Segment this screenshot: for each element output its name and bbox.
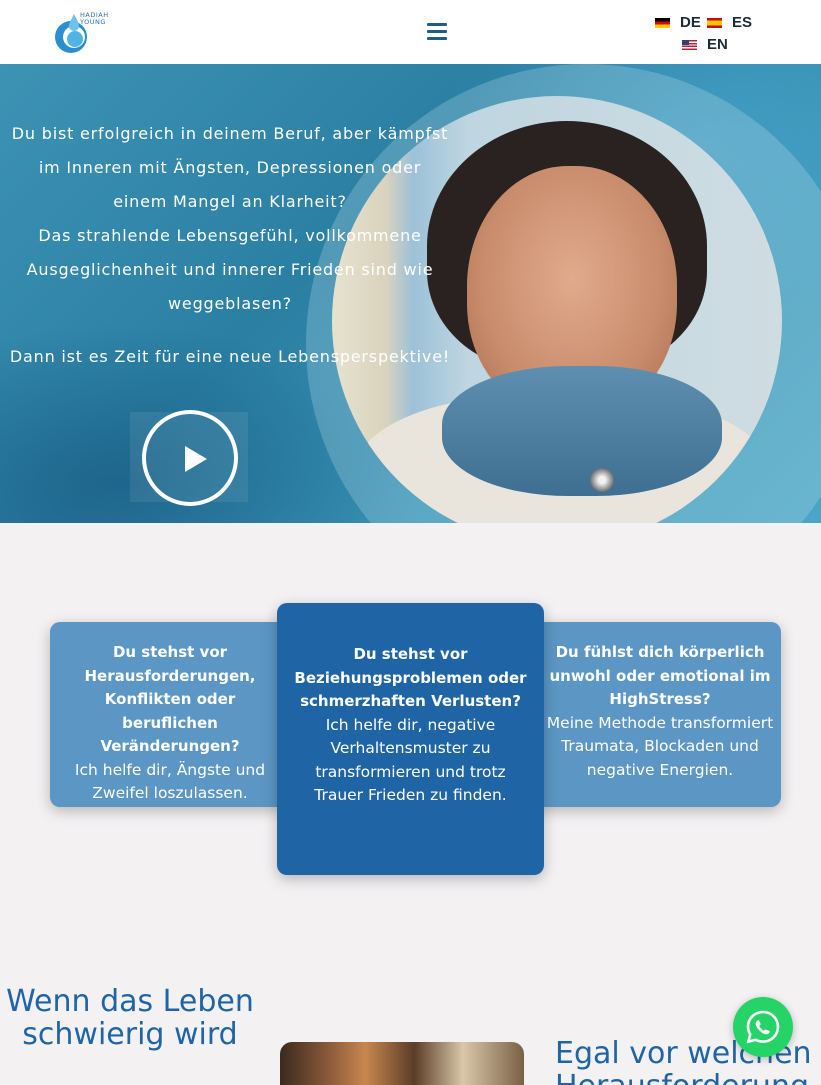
section-image	[280, 1042, 524, 1085]
hero-line: im Inneren mit Ängsten, Depressionen ode…	[38, 158, 422, 177]
play-icon	[142, 410, 238, 506]
lang-label-de: DE	[680, 14, 701, 31]
problem-card-stress: Du fühlst dich körperlich unwohl oder em…	[533, 622, 781, 807]
hero-line: Ausgeglichenheit und innerer Frieden sin…	[26, 260, 434, 279]
whatsapp-icon	[746, 1010, 780, 1044]
card-question: Du stehst vor Herausforderungen, Konflik…	[84, 643, 256, 755]
lang-switch-de[interactable]: DE	[655, 14, 701, 31]
logo-wordmark: HADIAH YOUNG	[80, 11, 109, 26]
lang-switch-en[interactable]: EN	[682, 36, 728, 53]
hero-line: einem Mangel an Klarheit?	[113, 192, 347, 211]
card-question: Du stehst vor Beziehungsproblemen oder s…	[294, 645, 527, 710]
card-question: Du fühlst dich körperlich unwohl oder em…	[549, 643, 771, 708]
hero-cta-text: Dann ist es Zeit für eine neue Lebensper…	[9, 347, 451, 366]
card-answer: Meine Methode transformiert Traumata, Bl…	[546, 713, 774, 779]
card-answer: Ich helfe dir, negative Verhaltensmuster…	[314, 715, 507, 805]
problem-card-career: Du stehst vor Herausforderungen, Konflik…	[50, 622, 290, 807]
video-play-button[interactable]	[130, 410, 248, 506]
lang-label-es: ES	[732, 14, 753, 31]
problem-card-relationships: Du stehst vor Beziehungsproblemen oder s…	[277, 603, 544, 875]
hero-intro-text: Du bist erfolgreich in deinem Beruf, abe…	[5, 117, 455, 321]
hero-line: weggeblasen?	[168, 294, 292, 313]
heading-line: Herausforderung	[555, 1070, 821, 1085]
card-answer: Ich helfe dir, Ängste und Zweifel loszul…	[74, 760, 266, 803]
site-header: HADIAH YOUNG DE ES EN	[0, 0, 821, 64]
whatsapp-chat-button[interactable]	[733, 997, 793, 1057]
flag-de-icon	[655, 17, 670, 28]
hamburger-icon[interactable]	[427, 23, 447, 41]
lang-label-en: EN	[707, 36, 728, 53]
hero-line: Das strahlende Lebensgefühl, vollkommene	[38, 226, 422, 245]
lang-switch-es[interactable]: ES	[707, 14, 752, 31]
section-heading-left: Wenn das Leben schwierig wird	[6, 984, 254, 1052]
flag-us-icon	[682, 39, 697, 50]
flag-es-icon	[707, 17, 722, 28]
hero-line: Du bist erfolgreich in deinem Beruf, abe…	[11, 124, 449, 143]
hero-section: Du bist erfolgreich in deinem Beruf, abe…	[0, 64, 821, 523]
